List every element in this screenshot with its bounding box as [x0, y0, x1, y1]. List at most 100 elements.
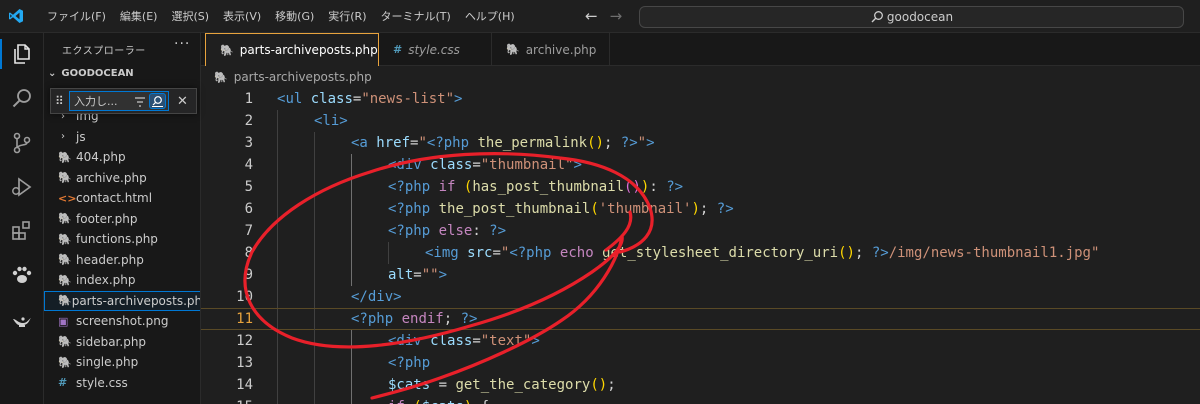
explorer-icon[interactable]: [8, 40, 36, 68]
indent-guide: [277, 352, 278, 374]
code-token: <li>: [314, 113, 348, 129]
code-token: ?>: [666, 179, 684, 195]
code-line[interactable]: 13 <?php: [201, 352, 1200, 374]
code-token: get_stylesheet_directory_uri: [602, 245, 839, 261]
code-editor[interactable]: 1 <ul class="news-list"> 2 <li> 3 <a href="<?…: [201, 88, 1200, 404]
workspace-root[interactable]: ⌄ GOODOCEAN: [48, 68, 134, 79]
editor-tab[interactable]: # style.css: [379, 33, 492, 66]
code-line[interactable]: 5 <?php if (has_post_thumbnail()): ?>: [201, 176, 1200, 198]
code-line[interactable]: 1 <ul class="news-list">: [201, 88, 1200, 110]
menu-item[interactable]: 編集(E): [113, 0, 165, 33]
menu-item[interactable]: 移動(G): [268, 0, 321, 33]
tree-item-label: contact.html: [76, 191, 153, 206]
code-token: <?php: [388, 201, 431, 217]
tab-label: archive.php: [525, 42, 597, 57]
php-file-icon: 🐘: [58, 232, 72, 246]
code-line[interactable]: 6 <?php the_post_thumbnail('thumbnail'); …: [201, 198, 1200, 220]
line-number: 10: [236, 289, 253, 305]
forward-arrow-icon[interactable]: →: [610, 7, 623, 25]
code-token: ?>: [489, 223, 507, 239]
line-number: 13: [236, 355, 253, 371]
code-token: ": [418, 135, 427, 151]
tree-file[interactable]: 🐘 sidebar.php: [44, 332, 200, 353]
indent-guide: [314, 374, 315, 396]
menu-item[interactable]: 実行(R): [321, 0, 373, 33]
tree-find-input[interactable]: 入力し...: [69, 91, 169, 111]
editor-tab[interactable]: 🐘 parts-archiveposts.php: [205, 33, 379, 66]
tree-file[interactable]: <> contact.html: [44, 188, 200, 209]
menu-item[interactable]: ヘルプ(H): [458, 0, 522, 33]
menu-item[interactable]: 選択(S): [164, 0, 216, 33]
command-center-search[interactable]: goodocean: [639, 6, 1184, 28]
tree-item-label: sidebar.php: [76, 334, 147, 349]
drag-grip-icon[interactable]: ⠿: [55, 94, 65, 108]
tree-file[interactable]: 🐘 index.php: [44, 270, 200, 291]
tree-file[interactable]: 🐘 footer.php: [44, 209, 200, 230]
tree-item-label: header.php: [76, 252, 144, 267]
php-file-icon: 🐘: [58, 150, 72, 164]
code-line[interactable]: 12 <div class="text">: [201, 330, 1200, 352]
tree-find-widget: ⠿ 入力し... ✕: [50, 88, 197, 114]
code-line[interactable]: 10 </div>: [201, 286, 1200, 308]
indent-guide: [277, 309, 278, 331]
menu-item[interactable]: 表示(V): [216, 0, 268, 33]
code-line[interactable]: 2 <li>: [201, 110, 1200, 132]
tree-file[interactable]: # style.css: [44, 373, 200, 394]
indent-guide: [351, 176, 352, 198]
tree-file[interactable]: 🐘 header.php: [44, 250, 200, 271]
fuzzy-match-toggle[interactable]: [149, 93, 166, 109]
image-file-icon: ▣: [58, 314, 69, 328]
code-token: ": [637, 135, 647, 151]
run-debug-icon[interactable]: [8, 173, 36, 201]
paw-icon[interactable]: [8, 261, 36, 289]
filter-icon[interactable]: [134, 96, 146, 108]
code-token: ;: [854, 245, 872, 261]
search-icon: [871, 11, 883, 23]
php-file-icon: 🐘: [220, 43, 234, 57]
code-line[interactable]: 3 <a href="<?php the_permalink(); ?>">: [201, 132, 1200, 154]
code-token: endif: [401, 311, 444, 327]
close-icon[interactable]: ✕: [177, 94, 188, 109]
tree-item-label: screenshot.png: [76, 314, 169, 329]
code-token: <?php: [388, 223, 431, 239]
code-token: if: [388, 399, 405, 404]
code-line[interactable]: 9 alt="">: [201, 264, 1200, 286]
more-actions-icon[interactable]: ···: [174, 36, 190, 52]
search-icon[interactable]: [8, 85, 36, 113]
breadcrumb-file[interactable]: parts-archiveposts.php: [234, 70, 372, 84]
menu-item[interactable]: ファイル(F): [40, 0, 113, 33]
tree-file[interactable]: 🐘 parts-archiveposts.php: [44, 290, 200, 311]
extensions-icon[interactable]: [8, 217, 36, 245]
code-line[interactable]: 15 if ($cats) {: [201, 396, 1200, 404]
code-token: (: [838, 245, 847, 261]
tree-file[interactable]: ▣ screenshot.png: [44, 311, 200, 332]
code-token: ;: [607, 377, 616, 393]
editor-tab[interactable]: 🐘 archive.php: [492, 33, 610, 66]
code-line[interactable]: 7 <?php else: ?>: [201, 220, 1200, 242]
source-control-icon[interactable]: [8, 129, 36, 157]
tree-file[interactable]: 🐘 single.php: [44, 352, 200, 373]
code-token: <?php: [388, 355, 431, 371]
code-token: get_the_category: [455, 377, 591, 393]
code-line[interactable]: 8 <img src="<?php echo get_stylesheet_dir…: [201, 242, 1200, 264]
line-number: 4: [244, 157, 253, 173]
code-line[interactable]: 14 $cats = get_the_category();: [201, 374, 1200, 396]
menu-item[interactable]: ターミナル(T): [374, 0, 458, 33]
code-token: <?php: [509, 245, 552, 261]
indent-guide: [277, 220, 278, 242]
code-line[interactable]: 4 <div class="thumbnail">: [201, 154, 1200, 176]
tree-file[interactable]: 🐘 archive.php: [44, 168, 200, 189]
tree-file[interactable]: 🐘 404.php: [44, 147, 200, 168]
indent-guide: [314, 396, 315, 404]
back-arrow-icon[interactable]: ←: [585, 7, 598, 25]
code-line[interactable]: 11 <?php endif; ?>: [201, 308, 1200, 331]
code-token: $cats: [422, 399, 464, 404]
tree-folder[interactable]: › js: [44, 127, 200, 148]
tree-file[interactable]: 🐘 functions.php: [44, 229, 200, 250]
code-text: <ul class="news-list">: [277, 88, 462, 110]
indent-guide: [314, 309, 315, 331]
genie-lamp-icon[interactable]: [8, 305, 36, 333]
